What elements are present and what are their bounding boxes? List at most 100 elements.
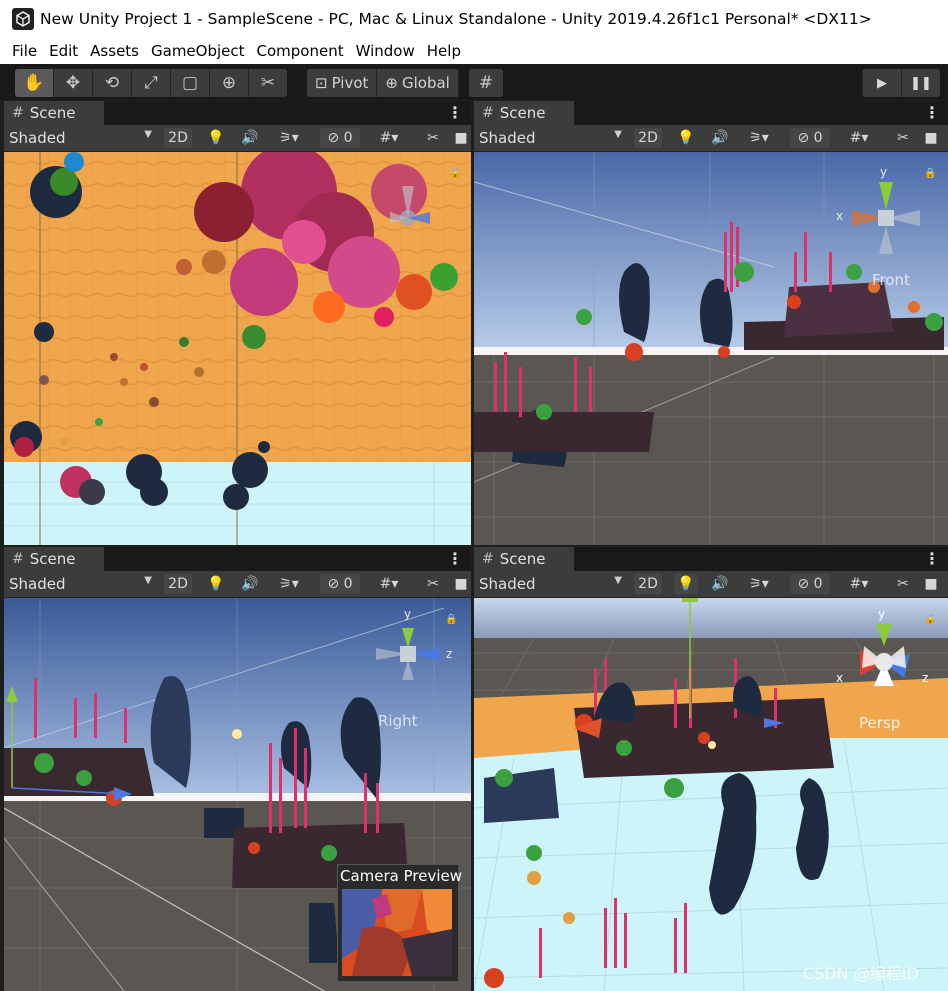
grid-toggle[interactable]: #▾ bbox=[836, 574, 882, 594]
hidden-objects-toggle[interactable]: ⊘ 0 bbox=[320, 574, 360, 594]
scene-viewport-top[interactable]: 🔒 bbox=[4, 152, 471, 545]
grid-icon: #▾ bbox=[379, 576, 399, 592]
shading-mode-dropdown[interactable]: Shaded ▼ bbox=[479, 574, 624, 594]
chevron-down-icon: ▼ bbox=[614, 129, 622, 140]
tab-scene[interactable]: # Scene bbox=[474, 101, 574, 125]
play-button[interactable]: ▶ bbox=[862, 69, 901, 97]
effects-icon: ⚞▾ bbox=[749, 130, 769, 146]
lightbulb-icon: 💡 bbox=[207, 576, 225, 592]
rect-tool-button[interactable]: ▢ bbox=[171, 69, 210, 97]
pause-button[interactable]: ❚❚ bbox=[901, 69, 940, 97]
lighting-toggle[interactable]: 💡 bbox=[206, 574, 226, 594]
wrench-icon: ✂ bbox=[427, 576, 439, 592]
scene-viewport-persp[interactable]: y x z Persp 🔒 bbox=[474, 598, 948, 991]
scene-toolbar: Shaded ▼ 2D 💡 🔊 ⚞▾ ⊘ 0 #▾ ✂ ■ bbox=[474, 125, 948, 152]
hidden-count: 0 bbox=[343, 576, 353, 592]
custom-tool-button[interactable]: ✂ bbox=[249, 69, 287, 97]
view-label-front: Front bbox=[872, 271, 910, 289]
audio-toggle[interactable]: 🔊 bbox=[710, 574, 730, 594]
audio-toggle[interactable]: 🔊 bbox=[240, 574, 260, 594]
menu-component[interactable]: Component bbox=[257, 42, 344, 60]
menu-edit[interactable]: Edit bbox=[49, 42, 78, 60]
hand-icon: ✋ bbox=[23, 73, 45, 93]
grid-toggle[interactable]: #▾ bbox=[366, 574, 412, 594]
pane-menu-icon[interactable]: ⋮ bbox=[924, 103, 940, 122]
camera-preview-title: Camera Preview bbox=[340, 867, 463, 885]
pivot-button[interactable]: ⊡ Pivot bbox=[307, 69, 378, 97]
toggle-2d-label: 2D bbox=[638, 576, 658, 592]
grid-toggle[interactable]: #▾ bbox=[836, 128, 882, 148]
pane-menu-icon[interactable]: ⋮ bbox=[447, 549, 463, 568]
gizmo-z-label: z bbox=[922, 671, 928, 685]
grid-icon: #▾ bbox=[379, 130, 399, 146]
camera-icon: ■ bbox=[924, 130, 938, 146]
scale-icon: ⤢ bbox=[144, 73, 158, 93]
tab-strip: # Scene ⋮ bbox=[474, 547, 948, 571]
camera-settings[interactable]: ■ bbox=[920, 574, 942, 594]
hidden-count: 0 bbox=[343, 130, 353, 146]
gizmo-z-label: z bbox=[446, 647, 452, 661]
rotate-tool-button[interactable]: ⟲ bbox=[93, 69, 132, 97]
lock-icon: 🔒 bbox=[924, 167, 936, 179]
effects-dropdown[interactable]: ⚞▾ bbox=[272, 574, 306, 594]
global-button[interactable]: ⊕ Global bbox=[377, 69, 459, 97]
shading-mode-dropdown[interactable]: Shaded ▼ bbox=[9, 574, 154, 594]
transform-icon: ⊕ bbox=[221, 73, 237, 93]
top-view-render: 🔒 bbox=[4, 152, 471, 545]
hidden-count: 0 bbox=[813, 576, 823, 592]
global-label: Global bbox=[401, 74, 450, 92]
lighting-toggle[interactable]: 💡 bbox=[674, 574, 698, 594]
menu-window[interactable]: Window bbox=[356, 42, 415, 60]
camera-settings[interactable]: ■ bbox=[450, 128, 471, 148]
toggle-2d-label: 2D bbox=[168, 130, 188, 146]
scale-tool-button[interactable]: ⤢ bbox=[132, 69, 171, 97]
toggle-2d-button[interactable]: 2D bbox=[164, 574, 192, 594]
tab-scene[interactable]: # Scene bbox=[4, 101, 104, 125]
gizmo-x-label: x bbox=[836, 209, 843, 223]
camera-icon: ■ bbox=[454, 576, 468, 592]
wrench-icon: ✂ bbox=[897, 576, 909, 592]
tools-toggle[interactable]: ✂ bbox=[422, 128, 444, 148]
scene-toolbar: Shaded ▼ 2D 💡 🔊 ⚞▾ ⊘ 0 #▾ ✂ ■ bbox=[4, 125, 471, 152]
lightbulb-icon: 💡 bbox=[677, 576, 695, 592]
hidden-objects-toggle[interactable]: ⊘ 0 bbox=[320, 128, 360, 148]
grid-toggle[interactable]: #▾ bbox=[366, 128, 412, 148]
shading-mode-dropdown[interactable]: Shaded ▼ bbox=[9, 128, 154, 148]
menu-gameobject[interactable]: GameObject bbox=[151, 42, 245, 60]
pane-menu-icon[interactable]: ⋮ bbox=[924, 549, 940, 568]
pane-menu-icon[interactable]: ⋮ bbox=[447, 103, 463, 122]
scene-viewport-front[interactable]: y x Front 🔒 bbox=[474, 152, 948, 545]
move-tool-button[interactable]: ✥ bbox=[54, 69, 93, 97]
toggle-2d-button[interactable]: 2D bbox=[164, 128, 192, 148]
shading-mode-dropdown[interactable]: Shaded ▼ bbox=[479, 128, 624, 148]
eye-off-icon: ⊘ bbox=[327, 576, 340, 592]
hidden-objects-toggle[interactable]: ⊘ 0 bbox=[790, 574, 830, 594]
camera-settings[interactable]: ■ bbox=[920, 128, 942, 148]
effects-dropdown[interactable]: ⚞▾ bbox=[742, 128, 776, 148]
menu-help[interactable]: Help bbox=[427, 42, 461, 60]
grid-snap-button[interactable]: # bbox=[469, 69, 503, 97]
tools-toggle[interactable]: ✂ bbox=[422, 574, 444, 594]
gizmo-y-label: y bbox=[878, 607, 885, 621]
lighting-toggle[interactable]: 💡 bbox=[676, 128, 696, 148]
audio-toggle[interactable]: 🔊 bbox=[240, 128, 260, 148]
menu-file[interactable]: File bbox=[12, 42, 37, 60]
chevron-down-icon: ▼ bbox=[144, 575, 152, 586]
toggle-2d-button[interactable]: 2D bbox=[634, 574, 662, 594]
tools-toggle[interactable]: ✂ bbox=[892, 574, 914, 594]
camera-settings[interactable]: ■ bbox=[450, 574, 471, 594]
audio-toggle[interactable]: 🔊 bbox=[710, 128, 730, 148]
tab-scene[interactable]: # Scene bbox=[474, 547, 574, 571]
transform-tool-button[interactable]: ⊕ bbox=[210, 69, 249, 97]
tab-scene[interactable]: # Scene bbox=[4, 547, 104, 571]
tools-toggle[interactable]: ✂ bbox=[892, 128, 914, 148]
hidden-objects-toggle[interactable]: ⊘ 0 bbox=[790, 128, 830, 148]
lighting-toggle[interactable]: 💡 bbox=[206, 128, 226, 148]
front-view-render: y x Front 🔒 bbox=[474, 152, 948, 545]
toggle-2d-button[interactable]: 2D bbox=[634, 128, 662, 148]
effects-dropdown[interactable]: ⚞▾ bbox=[272, 128, 306, 148]
scene-hash-icon: # bbox=[482, 105, 494, 121]
menu-assets[interactable]: Assets bbox=[90, 42, 139, 60]
effects-dropdown[interactable]: ⚞▾ bbox=[742, 574, 776, 594]
hand-tool-button[interactable]: ✋ bbox=[15, 69, 54, 97]
